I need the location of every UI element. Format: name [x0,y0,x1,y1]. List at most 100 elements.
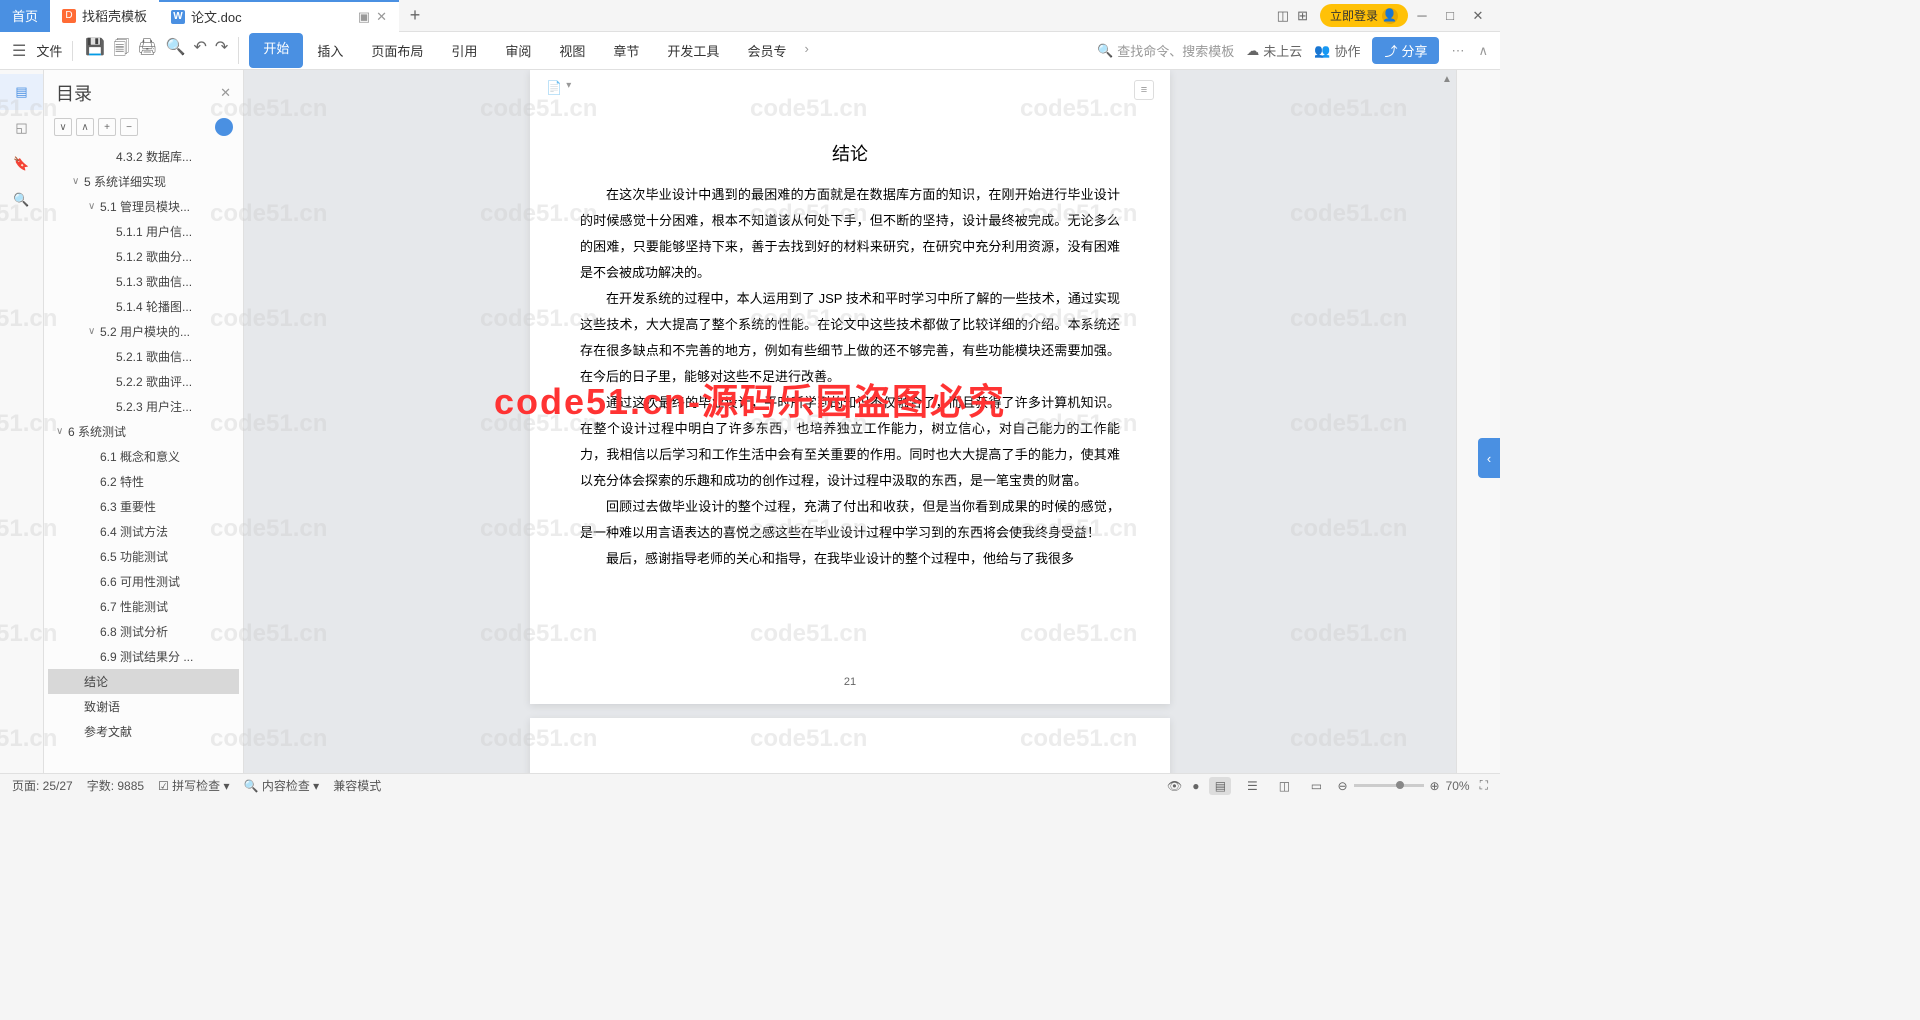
cast-icon[interactable]: ▣ [358,9,370,25]
close-icon[interactable]: ✕ [376,9,387,25]
outline-label: 5.1.4 轮播图... [116,298,192,315]
outline-item[interactable]: 6.8 测试分析 [48,619,239,644]
outline-label: 6.9 测试结果分 ... [100,648,193,665]
file-menu[interactable]: 文件 [36,41,62,61]
compat-mode[interactable]: 兼容模式 [333,777,381,794]
menu-reference[interactable]: 引用 [437,33,491,68]
zoom-out-icon[interactable]: ⊖ [1337,779,1347,793]
expand-icon[interactable]: ∧ [1478,43,1488,59]
outline-item[interactable]: 6.9 测试结果分 ... [48,644,239,669]
bookmark-icon[interactable]: 🔖 [0,146,43,182]
outline-item[interactable]: 4.3.2 数据库... [48,144,239,169]
outline-item[interactable]: 6.5 功能测试 [48,544,239,569]
outline-item[interactable]: 6.7 性能测试 [48,594,239,619]
menu-icon[interactable]: ☰ [12,41,26,61]
tab-document[interactable]: W 论文.doc ▣ ✕ [159,0,399,32]
chevron-right-icon[interactable]: › [800,33,812,68]
word-count[interactable]: 字数: 9885 [87,777,144,794]
find-icon[interactable]: 🔍 [0,182,43,218]
menu-member[interactable]: 会员专 [733,33,800,68]
read-view-icon[interactable]: ▭ [1305,777,1327,795]
outline-item[interactable]: 5.1.2 歌曲分... [48,244,239,269]
close-window-button[interactable]: ✕ [1464,2,1492,30]
doc-options-icon[interactable]: ≡ [1134,80,1154,100]
sidebar-close-icon[interactable]: ✕ [220,85,231,101]
minimize-button[interactable]: ─ [1408,2,1436,30]
zoom-control[interactable]: ⊖ ⊕ 70% [1337,779,1469,793]
menu-review[interactable]: 审阅 [491,33,545,68]
outline-item[interactable]: 6.3 重要性 [48,494,239,519]
new-tab-button[interactable]: + [399,5,431,26]
outline-item[interactable]: ∨6 系统测试 [48,419,239,444]
outline-item[interactable]: 5.2.3 用户注... [48,394,239,419]
outline-item[interactable]: ∨5.1 管理员模块... [48,194,239,219]
outline-item[interactable]: ∨5.2 用户模块的... [48,319,239,344]
command-search[interactable]: 🔍 查找命令、搜索模板 [1097,41,1234,60]
page-view-icon[interactable]: ▤ [1209,777,1231,795]
print-icon[interactable]: 🖨 [137,37,157,64]
more-icon[interactable]: ⋯ [1451,43,1466,59]
outline-item[interactable]: 参考文献 [48,719,239,744]
outline-view-icon[interactable]: ☰ [1241,777,1263,795]
add-icon[interactable]: + [98,118,116,136]
outline-item[interactable]: 5.2.1 歌曲信... [48,344,239,369]
save-icon[interactable]: 💾 [85,37,105,64]
outline-item[interactable]: 5.2.2 歌曲评... [48,369,239,394]
outline-item[interactable]: 5.1.4 轮播图... [48,294,239,319]
undo-icon[interactable]: ↶ [194,37,207,64]
outline-item[interactable]: 6.2 特性 [48,469,239,494]
outline-item[interactable]: 5.1.1 用户信... [48,219,239,244]
eye-icon[interactable]: 👁 [1167,779,1182,793]
menu-insert[interactable]: 插入 [303,33,357,68]
share-button[interactable]: ⤴ 分享 [1372,37,1439,64]
right-expand-tab[interactable]: ‹ [1478,438,1500,478]
zoom-in-icon[interactable]: ⊕ [1430,779,1440,793]
document-area[interactable]: 📄 ▾ ≡ 结论 在这次毕业设计中遇到的最困难的方面就是在数据库方面的知识，在刚… [244,70,1456,773]
outline-label: 5.1 管理员模块... [100,198,190,215]
outline-item[interactable]: 6.1 概念和意义 [48,444,239,469]
ai-icon[interactable] [215,118,233,136]
collab-button[interactable]: 👥 协作 [1314,41,1360,60]
menu-start[interactable]: 开始 [249,33,303,68]
tab-templates[interactable]: D 找稻壳模板 [50,0,159,32]
search-placeholder: 查找命令、搜索模板 [1117,41,1234,60]
scroll-up-icon[interactable]: ▲ [1442,74,1452,88]
menu-devtools[interactable]: 开发工具 [653,33,733,68]
cloud-status[interactable]: ☁ 未上云 [1246,41,1302,60]
side-panel-icon[interactable]: ◫ [1277,8,1289,24]
outline-item[interactable]: 致谢语 [48,694,239,719]
outline-item[interactable]: 6.6 可用性测试 [48,569,239,594]
saveas-icon[interactable]: 🗐 [113,37,129,64]
menu-layout[interactable]: 页面布局 [357,33,437,68]
collab-icon: 👥 [1314,43,1330,59]
chevron-down-icon[interactable]: ▾ [566,80,571,100]
spellcheck-toggle[interactable]: ☑ 拼写检查 ▾ [158,777,229,794]
page-icon[interactable]: 📄 [546,80,562,100]
page-counter[interactable]: 页面: 25/27 [12,777,73,794]
web-view-icon[interactable]: ◫ [1273,777,1295,795]
outline-item[interactable]: ∨5 系统详细实现 [48,169,239,194]
apps-icon[interactable]: ⊞ [1297,8,1308,24]
content-check[interactable]: 🔍 内容检查 ▾ [244,777,320,794]
nav-icon[interactable]: ◱ [0,110,43,146]
redo-icon[interactable]: ↷ [215,37,228,64]
outline-item[interactable]: 结论 [48,669,239,694]
remove-icon[interactable]: − [120,118,138,136]
expand-all-icon[interactable]: ∧ [76,118,94,136]
lock-icon[interactable]: ● [1192,779,1199,793]
outline-item[interactable]: 6.4 测试方法 [48,519,239,544]
tab-home[interactable]: 首页 [0,0,50,32]
paragraph: 通过这次最终的毕业设计，平时所学到的知识不仅融合了，而且获得了许多计算机知识。在… [580,390,1120,494]
login-button[interactable]: 立即登录 👤 [1320,4,1408,27]
maximize-button[interactable]: □ [1436,2,1464,30]
fullscreen-icon[interactable]: ⛶ [1480,778,1488,793]
collapse-all-icon[interactable]: ∨ [54,118,72,136]
outline-item[interactable]: 5.1.3 歌曲信... [48,269,239,294]
preview-icon[interactable]: 🔍 [166,37,186,64]
zoom-slider[interactable] [1354,784,1424,787]
menu-section[interactable]: 章节 [599,33,653,68]
outline-icon[interactable]: ▤ [0,74,43,110]
outline-label: 6.8 测试分析 [100,623,168,640]
zoom-level[interactable]: 70% [1446,779,1470,793]
menu-view[interactable]: 视图 [545,33,599,68]
